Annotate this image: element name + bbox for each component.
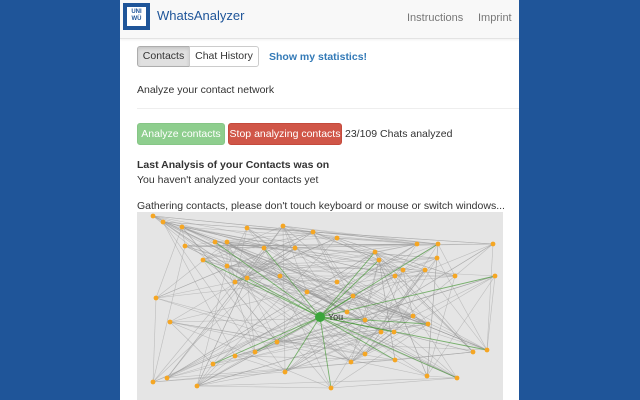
contact-node[interactable] bbox=[392, 357, 398, 363]
contact-node[interactable] bbox=[484, 347, 490, 353]
contact-node[interactable] bbox=[344, 309, 350, 315]
network-edge bbox=[486, 275, 496, 351]
navbar: UNI WÜ WhatsAnalyzer Instructions Imprin… bbox=[120, 0, 519, 39]
contact-node[interactable] bbox=[164, 375, 170, 381]
chat-count-status: 23/109 Chats analyzed bbox=[345, 128, 453, 140]
contact-node[interactable] bbox=[414, 241, 420, 247]
page-subtitle: Analyze your contact network bbox=[137, 84, 275, 96]
contact-node[interactable] bbox=[422, 267, 428, 273]
brand-link[interactable]: WhatsAnalyzer bbox=[157, 8, 244, 23]
contact-node[interactable] bbox=[194, 383, 200, 389]
network-edge bbox=[196, 341, 278, 387]
network-edge bbox=[486, 243, 494, 351]
contact-node[interactable] bbox=[304, 289, 310, 295]
contact-node[interactable] bbox=[425, 321, 431, 327]
contact-node[interactable] bbox=[492, 273, 498, 279]
show-statistics-link[interactable]: Show my statistics! bbox=[269, 51, 367, 63]
you-edge bbox=[319, 316, 488, 351]
contact-node[interactable] bbox=[372, 249, 378, 255]
contact-node[interactable] bbox=[182, 243, 188, 249]
contact-node[interactable] bbox=[244, 225, 250, 231]
contact-node[interactable] bbox=[470, 349, 476, 355]
contact-node[interactable] bbox=[391, 329, 397, 335]
network-edge bbox=[152, 297, 157, 383]
network-edge bbox=[155, 226, 183, 299]
contact-node[interactable] bbox=[362, 317, 368, 323]
contact-node[interactable] bbox=[424, 373, 430, 379]
contact-node[interactable] bbox=[252, 349, 258, 355]
contact-node[interactable] bbox=[200, 257, 206, 263]
contact-node[interactable] bbox=[224, 263, 230, 269]
contact-node[interactable] bbox=[232, 353, 238, 359]
contact-node[interactable] bbox=[232, 279, 238, 285]
contact-node[interactable] bbox=[292, 245, 298, 251]
contact-node[interactable] bbox=[224, 239, 230, 245]
nav-imprint-link[interactable]: Imprint bbox=[478, 12, 512, 24]
contact-node[interactable] bbox=[334, 235, 340, 241]
contact-node[interactable] bbox=[348, 359, 354, 365]
contact-node[interactable] bbox=[328, 385, 334, 391]
contact-node[interactable] bbox=[212, 239, 218, 245]
last-analysis-title: Last Analysis of your Contacts was on bbox=[137, 159, 330, 171]
contact-node[interactable] bbox=[454, 375, 460, 381]
analyze-contacts-button[interactable]: Analyze contacts bbox=[137, 123, 225, 145]
network-edge bbox=[196, 277, 248, 387]
contact-node[interactable] bbox=[435, 241, 441, 247]
last-analysis-text: You haven't analyzed your contacts yet bbox=[137, 174, 319, 186]
contact-node[interactable] bbox=[274, 339, 280, 345]
contact-node[interactable] bbox=[153, 295, 159, 301]
network-edge bbox=[330, 377, 458, 389]
university-logo[interactable]: UNI WÜ bbox=[123, 3, 150, 30]
network-edge bbox=[234, 355, 286, 373]
contact-node[interactable] bbox=[244, 275, 250, 281]
contact-node[interactable] bbox=[378, 329, 384, 335]
contact-network-graph[interactable]: You bbox=[137, 212, 503, 400]
tab-contacts[interactable]: Contacts bbox=[137, 46, 190, 67]
network-edge bbox=[412, 315, 488, 351]
network-edge bbox=[155, 241, 228, 299]
contact-node[interactable] bbox=[434, 255, 440, 261]
contact-node[interactable] bbox=[362, 351, 368, 357]
network-edge bbox=[155, 243, 418, 299]
contact-node[interactable] bbox=[376, 257, 382, 263]
contact-node[interactable] bbox=[392, 273, 398, 279]
contact-node[interactable] bbox=[150, 379, 156, 385]
divider bbox=[137, 108, 519, 109]
contact-node[interactable] bbox=[150, 213, 156, 219]
main-panel: UNI WÜ WhatsAnalyzer Instructions Imprin… bbox=[120, 0, 519, 400]
contact-node[interactable] bbox=[452, 273, 458, 279]
contact-node[interactable] bbox=[280, 223, 286, 229]
you-node[interactable] bbox=[315, 312, 325, 322]
contact-node[interactable] bbox=[400, 267, 406, 273]
center-node-label: You bbox=[328, 312, 343, 322]
contact-node[interactable] bbox=[179, 224, 185, 230]
contact-node[interactable] bbox=[334, 279, 340, 285]
nav-instructions-link[interactable]: Instructions bbox=[407, 12, 463, 24]
logo-text: UNI WÜ bbox=[127, 7, 146, 26]
contact-node[interactable] bbox=[210, 361, 216, 367]
network-edge bbox=[393, 331, 474, 353]
network-edge bbox=[454, 243, 494, 277]
contact-node[interactable] bbox=[490, 241, 496, 247]
contact-node[interactable] bbox=[310, 229, 316, 235]
contact-node[interactable] bbox=[350, 293, 356, 299]
stop-analyzing-button[interactable]: Stop analyzing contacts bbox=[228, 123, 342, 145]
contact-node[interactable] bbox=[261, 245, 267, 251]
network-svg[interactable]: You bbox=[137, 212, 503, 400]
contact-node[interactable] bbox=[282, 369, 288, 375]
tab-chat-history[interactable]: Chat History bbox=[189, 46, 259, 67]
gathering-status: Gathering contacts, please don't touch k… bbox=[137, 200, 505, 212]
contact-node[interactable] bbox=[277, 273, 283, 279]
contact-node[interactable] bbox=[160, 219, 166, 225]
network-edge bbox=[196, 385, 332, 389]
network-edge bbox=[424, 269, 488, 351]
contact-node[interactable] bbox=[410, 313, 416, 319]
contact-node[interactable] bbox=[167, 319, 173, 325]
